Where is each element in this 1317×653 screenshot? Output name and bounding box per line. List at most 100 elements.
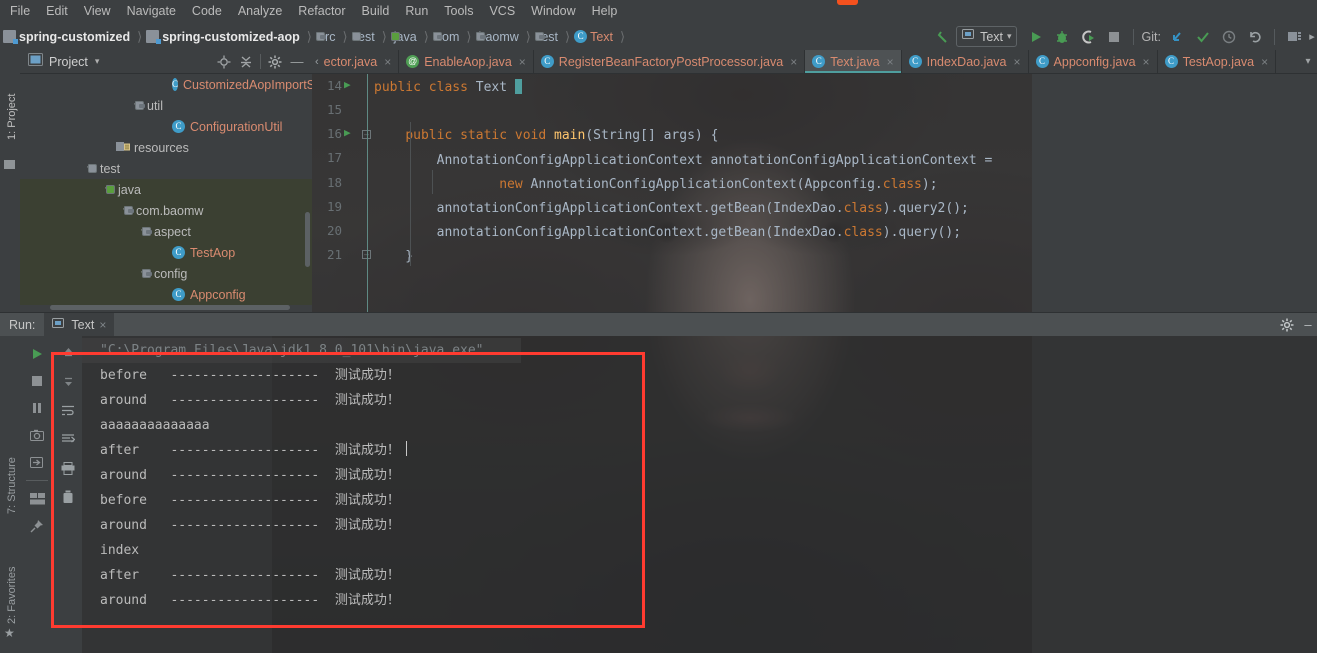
editor-tab-appconfig[interactable]: C Appconfig.java × bbox=[1029, 50, 1158, 73]
breadcrumb-item-class[interactable]: C Text bbox=[571, 23, 619, 50]
run-with-coverage-icon[interactable] bbox=[1075, 25, 1101, 48]
clear-all-icon[interactable] bbox=[56, 485, 80, 509]
git-history-icon[interactable] bbox=[1216, 25, 1242, 48]
menu-item-code[interactable]: Code bbox=[184, 2, 230, 21]
tree-label: test bbox=[100, 161, 121, 176]
tree-row[interactable]: ▼ util bbox=[20, 95, 312, 116]
export-icon[interactable] bbox=[25, 450, 49, 474]
tree-row[interactable]: resources bbox=[20, 137, 312, 158]
close-icon[interactable]: × bbox=[790, 55, 797, 69]
chevron-down-icon[interactable]: ▾ bbox=[1007, 31, 1012, 42]
editor-tab-registerbeanfactorypostprocessor[interactable]: C RegisterBeanFactoryPostProcessor.java … bbox=[534, 50, 806, 73]
project-tree-vertical-scrollbar[interactable] bbox=[305, 212, 310, 267]
menu-item-vcs[interactable]: VCS bbox=[481, 2, 523, 21]
close-icon[interactable]: × bbox=[1014, 55, 1021, 69]
stop-icon[interactable] bbox=[25, 369, 49, 393]
tree-row[interactable]: ▼ config bbox=[20, 263, 312, 284]
menu-item-help[interactable]: Help bbox=[584, 2, 626, 21]
breadcrumb-item-test[interactable]: test bbox=[349, 23, 381, 50]
breadcrumb-item-com[interactable]: com bbox=[430, 23, 466, 50]
editor-tab-indexdao[interactable]: C IndexDao.java × bbox=[902, 50, 1029, 73]
stop-button[interactable] bbox=[1101, 25, 1127, 48]
camera-icon[interactable] bbox=[25, 423, 49, 447]
breadcrumb-item-module[interactable]: spring-customized-aop bbox=[143, 23, 306, 50]
breadcrumb-item-baomw[interactable]: baomw bbox=[473, 23, 525, 50]
close-icon[interactable]: × bbox=[99, 318, 106, 332]
menu-item-edit[interactable]: Edit bbox=[38, 2, 76, 21]
tree-row[interactable]: C CustomizedAopImportSelector bbox=[20, 74, 312, 95]
tree-row[interactable]: ▼ java bbox=[20, 179, 312, 200]
close-icon[interactable]: × bbox=[519, 55, 526, 69]
debug-icon[interactable] bbox=[1049, 25, 1075, 48]
project-tree-horizontal-scrollbar[interactable] bbox=[50, 305, 290, 310]
code-editor[interactable]: 14 15 16 17 18 19 20 21 ▶ ▶ – – bbox=[312, 74, 1317, 312]
editor-tab-testaop[interactable]: C TestAop.java × bbox=[1158, 50, 1277, 73]
scroll-up-icon[interactable] bbox=[56, 340, 80, 364]
pin-icon[interactable] bbox=[25, 514, 49, 538]
editor-tab-selector-truncated[interactable]: ‹ ector.java × bbox=[312, 50, 400, 73]
rerun-icon[interactable] bbox=[25, 342, 49, 366]
tree-row[interactable]: ▼ test bbox=[20, 158, 312, 179]
menu-item-tools[interactable]: Tools bbox=[436, 2, 481, 21]
code-line-16: public static void main(String[] args) { bbox=[405, 128, 719, 144]
tool-window-button-project[interactable]: 1: Project bbox=[6, 80, 18, 140]
code-text[interactable]: public class Text public static void mai… bbox=[374, 74, 1317, 312]
menu-item-refactor[interactable]: Refactor bbox=[290, 2, 353, 21]
pause-icon[interactable] bbox=[25, 396, 49, 420]
run-gutter-icon[interactable]: ▶ bbox=[344, 126, 351, 139]
breadcrumb-item-src[interactable]: src bbox=[313, 23, 342, 50]
close-icon[interactable]: × bbox=[1261, 55, 1268, 69]
breadcrumb-item-testpkg[interactable]: test bbox=[532, 23, 564, 50]
close-icon[interactable]: × bbox=[1143, 55, 1150, 69]
tree-row[interactable]: ▼ aspect bbox=[20, 221, 312, 242]
git-update-icon[interactable] bbox=[1164, 25, 1190, 48]
chevron-left-icon[interactable]: ‹ bbox=[315, 56, 319, 68]
editor-tab-enableaop[interactable]: @ EnableAop.java × bbox=[399, 50, 534, 73]
console-output[interactable]: "C:\Program Files\Java\jdk1.8.0_101\bin\… bbox=[82, 336, 1317, 653]
chevron-down-icon[interactable]: ▾ bbox=[95, 56, 100, 67]
settings-icon[interactable] bbox=[1275, 318, 1299, 332]
git-commit-icon[interactable] bbox=[1190, 25, 1216, 48]
close-icon[interactable]: × bbox=[887, 55, 894, 69]
project-tree[interactable]: C CustomizedAopImportSelector ▼ util C C… bbox=[20, 74, 312, 312]
tool-window-button-favorites[interactable]: 2: Favorites bbox=[6, 564, 18, 624]
menu-item-navigate[interactable]: Navigate bbox=[119, 2, 184, 21]
git-revert-icon[interactable] bbox=[1242, 25, 1268, 48]
scroll-down-icon[interactable] bbox=[56, 369, 80, 393]
tree-row[interactable]: C ConfigurationUtil bbox=[20, 116, 312, 137]
menu-item-analyze[interactable]: Analyze bbox=[230, 2, 290, 21]
breadcrumb-item-java[interactable]: java bbox=[388, 23, 423, 50]
settings-icon[interactable] bbox=[264, 51, 286, 73]
run-button[interactable] bbox=[1023, 25, 1049, 48]
locate-icon[interactable] bbox=[213, 51, 235, 73]
editor-gutter[interactable]: 14 15 16 17 18 19 20 21 ▶ ▶ – – bbox=[312, 74, 374, 312]
hide-panel-icon[interactable]: – bbox=[1299, 317, 1317, 332]
editor-tab-text[interactable]: C Text.java × bbox=[805, 50, 902, 73]
menu-item-view[interactable]: View bbox=[76, 2, 119, 21]
menu-item-run[interactable]: Run bbox=[397, 2, 436, 21]
hide-panel-icon[interactable]: — bbox=[286, 51, 308, 73]
search-everywhere-icon[interactable] bbox=[1281, 25, 1307, 48]
run-configuration-selector[interactable]: Text ▾ bbox=[956, 26, 1017, 47]
layout-icon[interactable] bbox=[25, 487, 49, 511]
folder-icon bbox=[351, 32, 361, 41]
close-icon[interactable]: × bbox=[384, 55, 391, 69]
tree-label: aspect bbox=[154, 224, 191, 239]
breadcrumb-item-project[interactable]: spring-customized bbox=[0, 23, 136, 50]
toolbar-overflow-icon[interactable]: ▸ bbox=[1307, 25, 1317, 48]
run-panel-tab-text[interactable]: Text × bbox=[44, 312, 115, 337]
collapse-all-icon[interactable] bbox=[235, 51, 257, 73]
tool-window-button-structure[interactable]: 7: Structure bbox=[6, 454, 18, 514]
tree-row[interactable]: ▼ com.baomw bbox=[20, 200, 312, 221]
tree-row[interactable]: C Appconfig bbox=[20, 284, 312, 305]
tree-row[interactable]: C TestAop bbox=[20, 242, 312, 263]
menu-item-window[interactable]: Window bbox=[523, 2, 583, 21]
menu-item-file[interactable]: File bbox=[2, 2, 38, 21]
editor-tabs-overflow-icon[interactable]: ▾ bbox=[1299, 50, 1317, 73]
run-gutter-icon[interactable]: ▶ bbox=[344, 78, 351, 91]
back-arrow-icon[interactable] bbox=[930, 25, 956, 48]
soft-wrap-icon[interactable] bbox=[56, 398, 80, 422]
menu-item-build[interactable]: Build bbox=[354, 2, 398, 21]
scroll-to-end-icon[interactable] bbox=[56, 427, 80, 451]
print-icon[interactable] bbox=[56, 456, 80, 480]
